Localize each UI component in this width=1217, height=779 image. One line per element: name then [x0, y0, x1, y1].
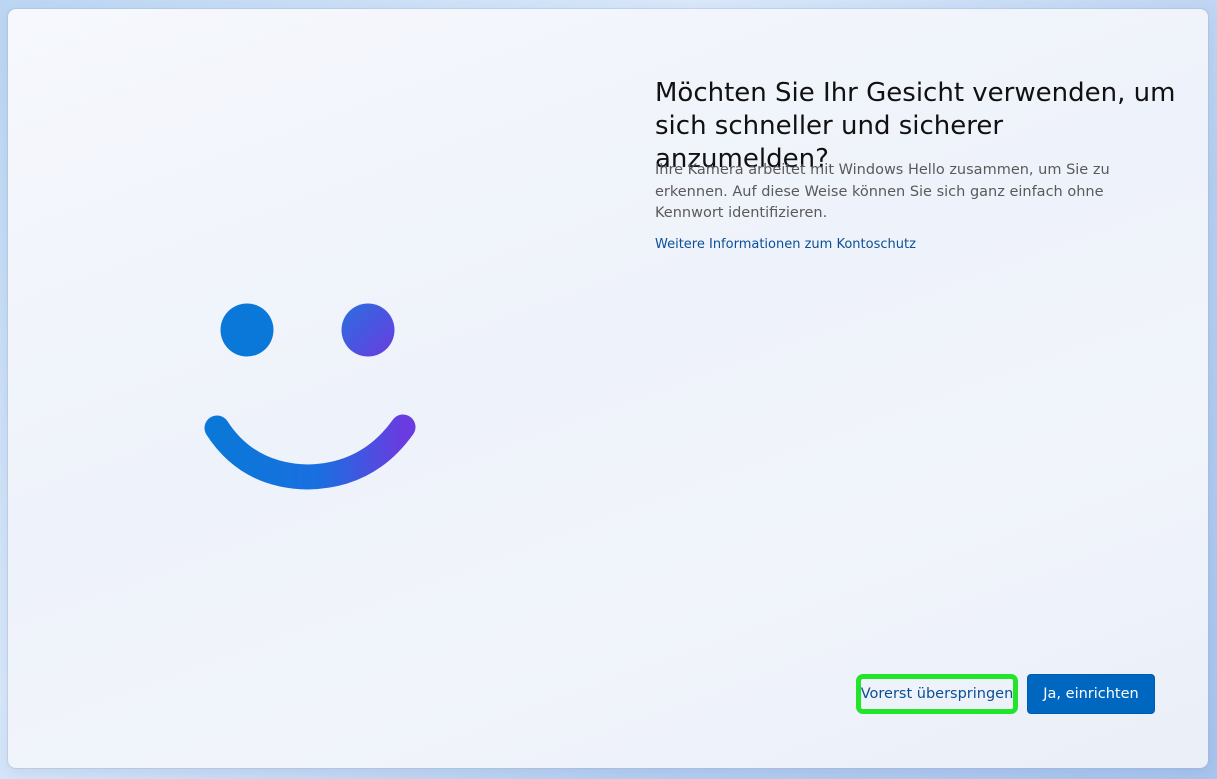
setup-dialog: Möchten Sie Ihr Gesicht verwenden, um si…	[8, 9, 1208, 768]
windows-hello-smiley-icon	[196, 301, 436, 511]
smiley-graphic	[204, 303, 416, 490]
right-eye	[341, 303, 395, 357]
skip-button[interactable]: Vorerst überspringen	[856, 674, 1018, 714]
setup-button[interactable]: Ja, einrichten	[1027, 674, 1155, 714]
description-text: Ihre Kamera arbeitet mit Windows Hello z…	[655, 162, 1110, 221]
learn-more-link[interactable]: Weitere Informationen zum Kontoschutz	[655, 237, 916, 252]
left-eye	[220, 303, 274, 357]
smile-arc	[204, 414, 416, 490]
